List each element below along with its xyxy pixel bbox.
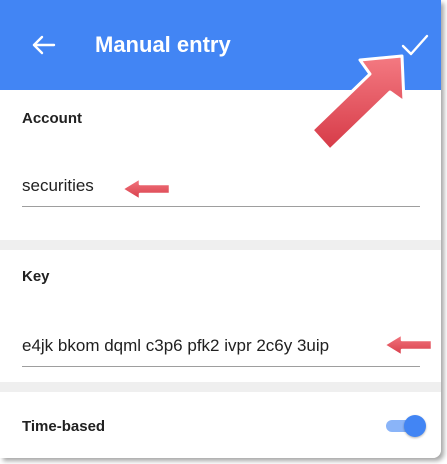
- key-section: Key: [0, 250, 441, 382]
- toggle-thumb: [404, 415, 426, 437]
- checkmark-icon: [401, 34, 429, 56]
- app-bar: Manual entry: [0, 0, 441, 90]
- time-based-label: Time-based: [22, 418, 106, 435]
- account-label: Account: [22, 110, 82, 127]
- key-field[interactable]: [22, 336, 420, 367]
- back-button[interactable]: [28, 28, 62, 62]
- time-based-toggle[interactable]: [382, 415, 426, 437]
- key-label: Key: [22, 268, 50, 285]
- confirm-button[interactable]: [398, 28, 432, 62]
- account-section: Account: [0, 90, 441, 240]
- app-screen: Manual entry Account Key Time-based: [0, 0, 441, 458]
- arrow-left-icon: [32, 35, 56, 55]
- key-input[interactable]: [22, 336, 420, 366]
- time-based-section: Time-based: [0, 392, 441, 458]
- account-field[interactable]: [22, 176, 420, 207]
- account-input[interactable]: [22, 176, 420, 206]
- page-title: Manual entry: [95, 32, 231, 57]
